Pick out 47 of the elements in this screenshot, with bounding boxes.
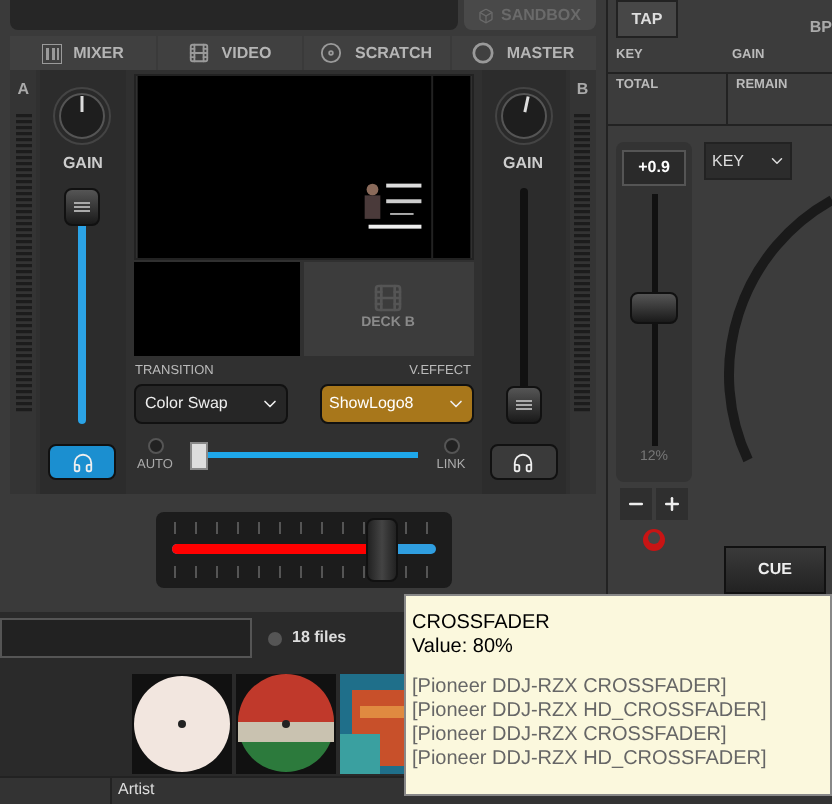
tab[interactable]: SCRATCH (304, 36, 449, 70)
deck-letter: B (576, 78, 589, 102)
mapping-text: [Pioneer DDJ-RZX CROSSFADER] (412, 724, 729, 748)
caret-icon (768, 152, 786, 170)
tab[interactable]: VIDEO (157, 36, 302, 70)
tap-button[interactable]: TAP (616, 0, 678, 38)
gain-knob[interactable] (52, 86, 113, 146)
auto-button[interactable] (147, 437, 163, 454)
cue-button[interactable]: CUE (724, 546, 826, 594)
file-count: 18 files (292, 626, 347, 650)
pitch-readout: +0.9 (622, 150, 686, 186)
headphones-icon (512, 451, 535, 473)
transition-dropdown[interactable]: Color Swap (133, 383, 287, 424)
key-dropdown[interactable]: KEY (704, 142, 792, 180)
headphones-icon (71, 451, 94, 473)
column-header[interactable]: Artist (112, 778, 155, 804)
gain-label: GAIN (62, 152, 103, 176)
fader-thumb[interactable] (505, 386, 542, 424)
pitch-minus-button[interactable] (620, 488, 652, 520)
mapping-text: [Pioneer DDJ-RZX CROSSFADER] (412, 676, 729, 700)
link-button[interactable] (443, 437, 459, 454)
crossfader-thumb[interactable] (366, 518, 399, 582)
headphones-button[interactable] (48, 444, 117, 480)
disc-icon (320, 42, 343, 64)
search-field[interactable] (0, 618, 252, 658)
tooltip-value: Value: 80% (412, 636, 515, 660)
cube-icon (478, 7, 495, 23)
gain-label: GAIN (503, 152, 544, 176)
tab[interactable]: MASTER (451, 36, 596, 70)
bpm-label: BP (809, 16, 832, 40)
plus-icon (662, 494, 682, 514)
mapping-text: [Pioneer DDJ-RZX HD_CROSSFADER] (412, 700, 769, 724)
video-fader-thumb[interactable] (189, 441, 207, 470)
film-icon (187, 42, 210, 64)
fader-thumb[interactable] (64, 188, 101, 226)
headphones-button[interactable] (489, 444, 558, 480)
film-icon (372, 282, 404, 315)
tab[interactable]: MIXER (10, 36, 155, 70)
pitch-slider-thumb[interactable] (629, 291, 677, 324)
mapping-text: [Pioneer DDJ-RZX HD_CROSSFADER] (412, 748, 769, 772)
tooltip-title: CROSSFADER (412, 612, 552, 636)
ring-icon (472, 42, 495, 64)
mixer-icon (41, 43, 62, 63)
pitch-plus-button[interactable] (656, 488, 688, 520)
effect-dropdown[interactable]: ShowLogo8 (319, 383, 473, 424)
deck-letter: A (17, 78, 30, 102)
gain-knob[interactable] (493, 86, 554, 146)
